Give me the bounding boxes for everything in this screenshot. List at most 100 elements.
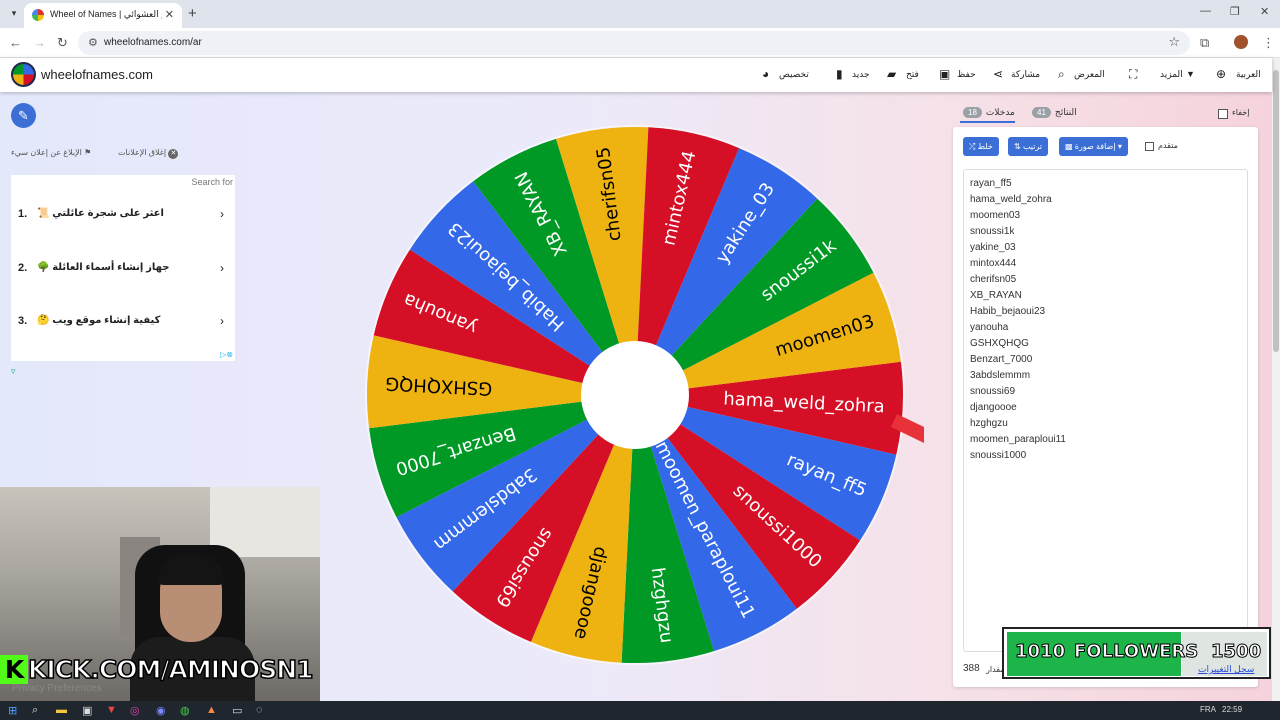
- entry-line[interactable]: yanouha: [970, 320, 1241, 336]
- search-icon[interactable]: ⌕: [32, 704, 38, 717]
- fullscreen-icon[interactable]: ⛶: [1129, 67, 1137, 82]
- save-icon: ▣: [939, 67, 951, 81]
- wheel-center[interactable]: [581, 341, 689, 449]
- extensions-icon[interactable]: ⧉: [1200, 35, 1209, 51]
- hide-checkbox[interactable]: [1218, 109, 1228, 119]
- menu-save[interactable]: حفظ: [957, 69, 976, 80]
- image-icon: ▩: [1065, 142, 1073, 151]
- sort-icon: ⇅: [1014, 142, 1021, 151]
- app-icon[interactable]: ▭: [232, 704, 242, 717]
- entry-line[interactable]: 3abdslemmm: [970, 368, 1241, 384]
- windows-start-icon[interactable]: ⊞: [8, 704, 17, 717]
- close-tab-icon[interactable]: ✕: [165, 8, 174, 21]
- search-icon: ⌕: [1058, 67, 1065, 81]
- entry-line[interactable]: XB_RAYAN: [970, 288, 1241, 304]
- entry-line[interactable]: hzghgzu: [970, 416, 1241, 432]
- file-explorer-icon[interactable]: ▬: [56, 704, 67, 716]
- sort-button[interactable]: ⇅ ترتيب: [1008, 137, 1049, 156]
- tab-entries[interactable]: 18 مدخلات: [963, 107, 1015, 118]
- reload-icon[interactable]: ↻: [57, 35, 68, 51]
- browser-menu-icon[interactable]: ⋮: [1262, 35, 1275, 51]
- app-icon[interactable]: ◉: [156, 704, 166, 717]
- entry-line[interactable]: snoussi1k: [970, 224, 1241, 240]
- shuffle-button[interactable]: ⤮ خلط: [963, 137, 999, 156]
- ad-box: Search for 1. اعثر على شجرة عائلتي 📜 › 2…: [11, 175, 235, 361]
- ad-item[interactable]: 3. كيفية إنشاء موقع ويب 🤔 ›: [11, 302, 235, 342]
- favicon-icon: [32, 9, 44, 21]
- page-scrollbar[interactable]: [1272, 58, 1280, 701]
- menu-open[interactable]: فتح: [906, 69, 919, 80]
- logo-text[interactable]: wheelofnames.com: [41, 67, 153, 82]
- kick-url: KICK.COM/AMINOSN1: [27, 654, 314, 685]
- ad-item[interactable]: 1. اعثر على شجرة عائلتي 📜 ›: [11, 195, 235, 235]
- entry-line[interactable]: mintox444: [970, 256, 1241, 272]
- palette-icon: ◕: [762, 67, 770, 81]
- adchoices-icon[interactable]: ▷⊗: [220, 350, 233, 359]
- profile-avatar[interactable]: [1234, 35, 1248, 49]
- entry-line[interactable]: cherifsn05: [970, 272, 1241, 288]
- url-input[interactable]: ⚙ wheelofnames.com/ar ☆: [78, 31, 1190, 55]
- app-icon[interactable]: ◎: [130, 704, 140, 717]
- taskbar-time[interactable]: 22:59: [1222, 705, 1242, 714]
- entry-line[interactable]: GSHXQHQG: [970, 336, 1241, 352]
- shuffle-icon: ⤮: [969, 142, 976, 151]
- tab-search-icon[interactable]: ▾: [6, 5, 22, 21]
- entry-line[interactable]: snoussi69: [970, 384, 1241, 400]
- url-text: wheelofnames.com/ar: [104, 37, 202, 48]
- browser-tab[interactable]: Wheel of Names | اسم العشوائي ✕: [24, 3, 182, 28]
- privacy-preferences-link[interactable]: Privacy Preferences: [12, 683, 101, 694]
- bookmark-star-icon[interactable]: ☆: [1168, 34, 1180, 50]
- wheel-of-names[interactable]: hama_weld_zohrarayan_ff5snoussi1000moome…: [364, 125, 934, 671]
- report-ad-label: الإبلاغ عن إعلان سيء: [11, 148, 82, 157]
- add-image-label: إضافة صورة: [1074, 142, 1116, 151]
- ad-item-number: 2.: [18, 262, 28, 274]
- app-icon[interactable]: ◌: [256, 704, 263, 716]
- entries-textarea[interactable]: rayan_ff5 hama_weld_zohra moomen03 snoussi1…: [963, 169, 1248, 652]
- entry-line[interactable]: moomen03: [970, 208, 1241, 224]
- entry-line[interactable]: Habib_bejaoui23: [970, 304, 1241, 320]
- ad-item-text: كيفية إنشاء موقع ويب 🤔: [37, 315, 161, 326]
- advanced-checkbox[interactable]: [1145, 142, 1154, 151]
- menu-new[interactable]: جديد: [852, 69, 870, 80]
- menu-language[interactable]: العربية: [1236, 69, 1261, 80]
- minimize-icon[interactable]: —: [1200, 5, 1211, 17]
- close-ads-link[interactable]: إغلاق الإعلانات ✕: [118, 148, 179, 159]
- menu-customize[interactable]: تخصيص: [779, 69, 809, 80]
- entry-line[interactable]: Benzart_7000: [970, 352, 1241, 368]
- changelog-link[interactable]: سجل التغييرات: [1198, 664, 1254, 675]
- app-icon[interactable]: ▲: [206, 704, 217, 716]
- tab-results[interactable]: 41 النتائج: [1032, 107, 1077, 118]
- entry-line[interactable]: snoussi1000: [970, 448, 1241, 464]
- kick-logo: K: [0, 655, 28, 684]
- flag-icon: ⚑: [84, 148, 92, 157]
- back-icon[interactable]: ←: [9, 35, 22, 50]
- menu-share[interactable]: مشاركة: [1011, 69, 1040, 80]
- site-info-icon[interactable]: ⚙: [88, 36, 98, 49]
- logo-wheel-icon[interactable]: [11, 62, 36, 87]
- entry-line[interactable]: yakine_03: [970, 240, 1241, 256]
- restore-icon[interactable]: ❐: [1230, 5, 1240, 18]
- entry-line[interactable]: moomen_paraploui11: [970, 432, 1241, 448]
- edit-pencil-button[interactable]: ✎: [11, 103, 36, 128]
- menu-more[interactable]: المزيد: [1160, 69, 1183, 80]
- menu-gallery[interactable]: المعرض: [1074, 69, 1105, 80]
- webcam-person-hair: [158, 555, 224, 585]
- ad-item-number: 3.: [18, 315, 28, 327]
- new-tab-icon[interactable]: +: [188, 5, 197, 22]
- forward-icon[interactable]: →: [33, 35, 46, 50]
- app-icon[interactable]: ▼: [106, 704, 117, 716]
- ad-item[interactable]: 2. جهاز إنشاء أسماء العائلة 🌳 ›: [11, 249, 235, 289]
- ad-search-for: Search for: [191, 177, 233, 187]
- report-ad-link[interactable]: الإبلاغ عن إعلان سيء ⚑: [11, 148, 91, 157]
- close-window-icon[interactable]: ✕: [1260, 5, 1269, 18]
- entry-line[interactable]: djangoooe: [970, 400, 1241, 416]
- entry-line[interactable]: rayan_ff5: [970, 176, 1241, 192]
- site-header: wheelofnames.com ◕ تخصيص ▮ جديد ▰ فتح ▣ …: [0, 58, 1272, 92]
- app-icon[interactable]: ▣: [82, 704, 92, 717]
- scrollbar-thumb[interactable]: [1273, 70, 1279, 352]
- chevron-right-icon: ›: [220, 207, 224, 221]
- add-image-button[interactable]: ▩ إضافة صورة ▾: [1059, 137, 1128, 156]
- taskbar-language[interactable]: FRA: [1200, 705, 1216, 714]
- chrome-icon[interactable]: ◍: [180, 704, 190, 717]
- entry-line[interactable]: hama_weld_zohra: [970, 192, 1241, 208]
